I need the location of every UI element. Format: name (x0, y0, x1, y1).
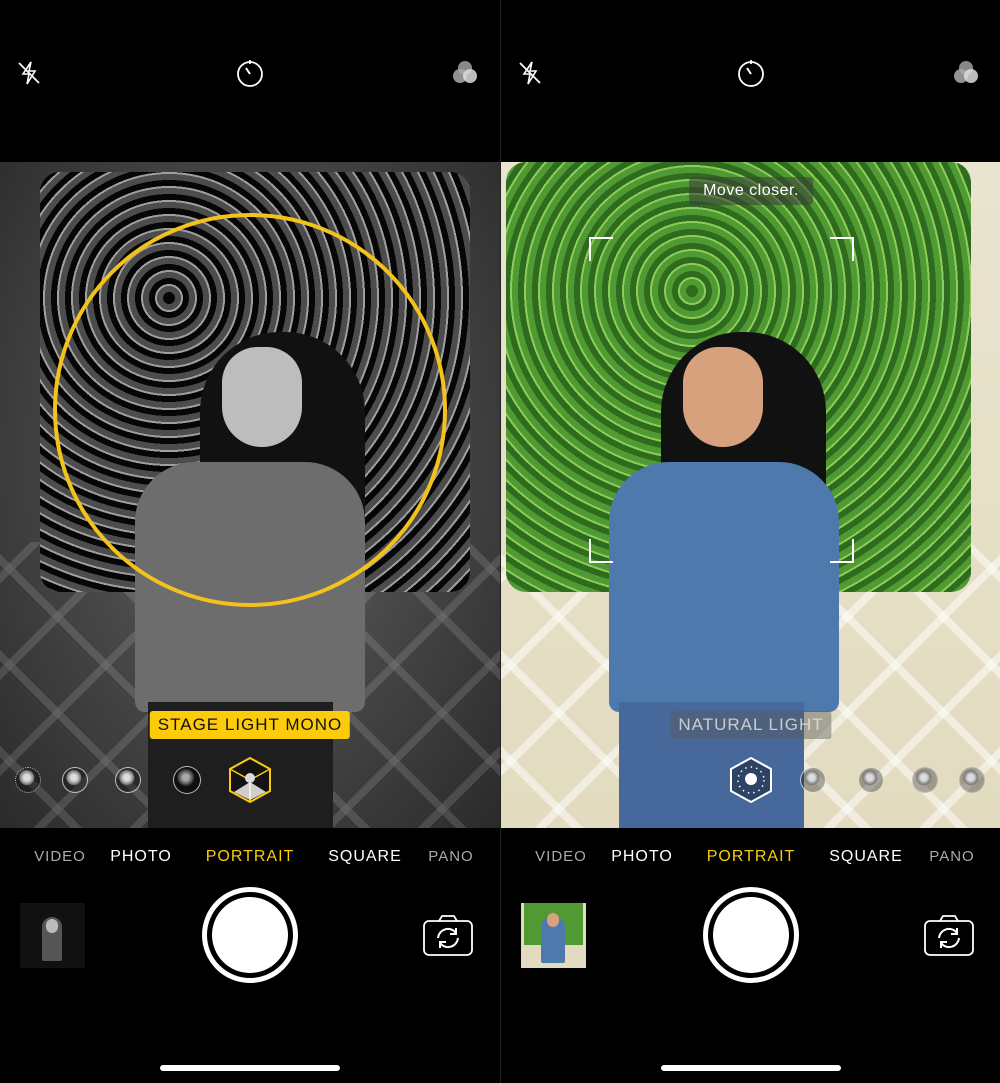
studio-light-option[interactable] (62, 767, 88, 793)
stage-light-ring (53, 213, 447, 607)
flash-off-icon[interactable] (14, 58, 44, 88)
focus-bracket (589, 237, 613, 261)
mode-square[interactable]: SQUARE (829, 848, 903, 866)
home-indicator[interactable] (661, 1065, 841, 1071)
home-indicator[interactable] (160, 1065, 340, 1071)
mode-portrait[interactable]: PORTRAIT (206, 848, 295, 866)
mode-portrait[interactable]: PORTRAIT (707, 848, 796, 866)
mode-photo[interactable]: PHOTO (110, 848, 172, 866)
mode-square[interactable]: SQUARE (328, 848, 402, 866)
contour-light-option[interactable] (858, 767, 884, 793)
flip-camera-icon[interactable] (423, 914, 473, 956)
mode-video[interactable]: VIDEO (535, 848, 587, 865)
studio-light-option[interactable] (800, 767, 826, 793)
mode-selector: VIDEO PHOTO PORTRAIT SQUARE PANO (0, 848, 500, 868)
last-photo-thumbnail[interactable] (20, 903, 85, 968)
stage-light-mono-option[interactable] (959, 767, 985, 793)
lighting-label: STAGE LIGHT MONO (149, 711, 351, 739)
contour-light-option[interactable] (115, 767, 141, 793)
viewfinder[interactable]: STAGE LIGHT MONO (0, 162, 500, 828)
camera-screen-natural-light: Move closer. NATURAL LIGHT VIDEO PHOTO P… (500, 0, 1000, 1083)
mode-photo[interactable]: PHOTO (611, 848, 673, 866)
last-photo-thumbnail[interactable] (521, 903, 586, 968)
natural-light-cube-icon[interactable] (729, 756, 773, 804)
filters-icon[interactable] (951, 58, 981, 88)
focus-bracket (830, 539, 854, 563)
stage-light-option[interactable] (173, 766, 201, 794)
mode-selector: VIDEO PHOTO PORTRAIT SQUARE PANO (501, 848, 1000, 868)
shutter-button[interactable] (703, 887, 799, 983)
flip-camera-icon[interactable] (924, 914, 974, 956)
lighting-label: NATURAL LIGHT (670, 711, 832, 739)
stage-light-mono-cube-icon[interactable] (228, 756, 272, 804)
flash-off-icon[interactable] (515, 58, 545, 88)
mode-pano[interactable]: PANO (929, 848, 974, 865)
camera-screen-stage-light-mono: STAGE LIGHT MONO VIDEO PHOTO PORTRAIT SQ… (0, 0, 500, 1083)
stage-light-option[interactable] (912, 767, 938, 793)
mode-pano[interactable]: PANO (428, 848, 473, 865)
viewfinder[interactable]: Move closer. NATURAL LIGHT (501, 162, 1000, 828)
shutter-button[interactable] (202, 887, 298, 983)
focus-bracket (589, 539, 613, 563)
mode-video[interactable]: VIDEO (34, 848, 86, 865)
natural-light-option[interactable] (15, 767, 41, 793)
timer-icon[interactable] (736, 58, 766, 88)
timer-icon[interactable] (235, 58, 265, 88)
move-closer-hint: Move closer. (689, 177, 813, 205)
focus-bracket (830, 237, 854, 261)
filters-icon[interactable] (450, 58, 480, 88)
